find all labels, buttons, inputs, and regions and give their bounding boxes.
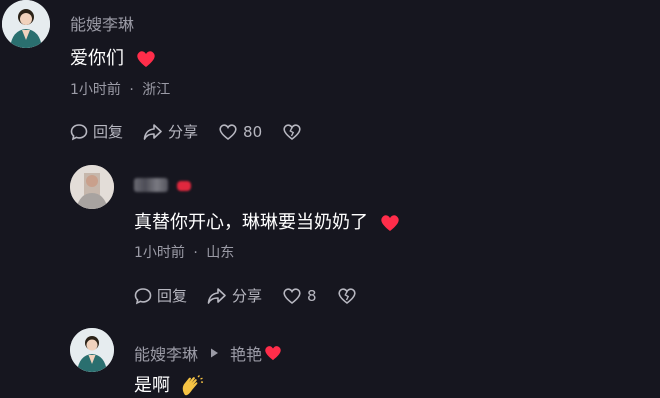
comment-text-content: 是啊 xyxy=(134,375,170,396)
reply-button[interactable]: 回复 xyxy=(134,285,187,306)
reply-label: 回复 xyxy=(93,123,124,141)
comment-meta: 1小时前 · 浙江 xyxy=(70,79,170,99)
avatar[interactable] xyxy=(70,165,114,209)
comment-time: 1小时前 xyxy=(70,82,121,98)
blurred-username xyxy=(134,178,168,192)
share-icon xyxy=(143,123,162,140)
reply-label: 回复 xyxy=(157,287,188,305)
comment-icon xyxy=(134,287,152,304)
clap-emoji xyxy=(182,375,203,396)
meta-separator: · xyxy=(193,245,198,261)
share-label: 分享 xyxy=(168,123,199,141)
dislike-icon xyxy=(337,287,356,304)
comment-text: 爱你们 xyxy=(70,44,156,70)
play-arrow-icon xyxy=(211,348,219,358)
dislike-button[interactable] xyxy=(282,123,307,141)
like-icon xyxy=(219,123,237,140)
like-button[interactable]: 8 xyxy=(282,287,317,305)
heart-emoji xyxy=(265,346,281,361)
like-count: 8 xyxy=(307,286,317,305)
comment-icon xyxy=(70,123,88,140)
comment-location: 山东 xyxy=(206,245,235,261)
comment-text-content: 真替你开心，琳琳要当奶奶了 xyxy=(134,212,368,233)
comment-text-content: 爱你们 xyxy=(70,48,124,69)
comment-author[interactable] xyxy=(134,175,192,194)
author-name[interactable]: 能嫂李琳 xyxy=(134,341,198,365)
share-button[interactable]: 分享 xyxy=(143,121,198,142)
comment-text: 真替你开心，琳琳要当奶奶了 xyxy=(134,208,400,234)
heart-emoji xyxy=(137,51,155,67)
comment-author[interactable]: 能嫂李琳 xyxy=(70,11,134,35)
comment-meta: 1小时前 · 山东 xyxy=(134,242,234,262)
avatar[interactable] xyxy=(70,328,114,372)
comment-actions: 回复 分享 80 xyxy=(70,121,327,142)
avatar[interactable] xyxy=(2,0,50,48)
like-count: 80 xyxy=(243,122,263,141)
meta-separator: · xyxy=(129,82,134,98)
comment-actions: 回复 分享 8 xyxy=(134,285,382,306)
reply-button[interactable]: 回复 xyxy=(70,121,123,142)
dislike-button[interactable] xyxy=(337,287,362,305)
dislike-icon xyxy=(283,123,301,140)
blurred-badge xyxy=(177,180,192,191)
share-button[interactable]: 分享 xyxy=(207,285,262,306)
comment-time: 1小时前 xyxy=(134,245,185,261)
like-icon xyxy=(283,287,301,304)
comment-text: 是啊 xyxy=(134,371,204,397)
reply-to-name[interactable]: 艳艳 xyxy=(230,341,262,365)
heart-emoji xyxy=(381,215,399,231)
comment-author: 能嫂李琳 艳艳 xyxy=(134,341,282,365)
like-button[interactable]: 80 xyxy=(218,123,262,141)
share-icon xyxy=(207,287,226,304)
share-label: 分享 xyxy=(232,287,263,305)
comment-location: 浙江 xyxy=(142,82,171,98)
